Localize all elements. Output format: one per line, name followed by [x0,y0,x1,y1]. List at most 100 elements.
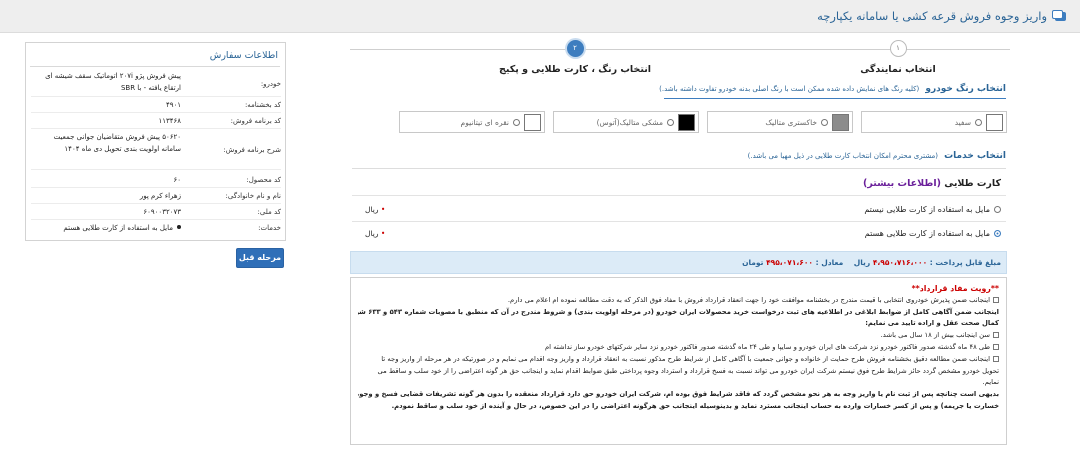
bullet-icon [177,225,181,229]
order-info-underline [30,66,280,67]
color-section-header: انتخاب رنگ خودرو (کلیه رنگ های نمایش داد… [659,84,1006,94]
golden-card-more-link[interactable]: (اطلاعات بیشتر) [863,178,941,189]
order-row-national-id: کد ملی: ۶۰۹۰۰۳۲۰۷۳ [31,206,281,220]
order-key: کد بخشنامه: [244,101,281,109]
contract-item: کمال صحت عقل و اراده تایید می نمایم: [865,319,999,328]
contract-text: اینجانب ضمن پذیرش خودروی انتخابی با قیمت… [507,295,990,304]
color-option-silver[interactable]: نقره ای تیتانیوم [399,111,545,133]
order-row-sales-program: کد برنامه فروش: ۱۱۳۴۶۸ [31,115,281,129]
contract-item: خسارت یا جریمه) و پس از کسر خسارات وارده… [391,401,999,410]
contract-checkbox[interactable] [993,343,999,350]
order-key: کد برنامه فروش: [230,117,281,125]
order-info-panel: اطلاعات سفارش خودرو: پیش فروش پژو ۲۰۷i ا… [25,42,286,241]
page-title: واریز وجوه فروش قرعه کشی یا سامانه یکپار… [817,9,1066,23]
color-section-underline [664,98,1006,99]
order-key: خودرو: [260,80,281,88]
services-section-title: انتخاب خدمات [944,151,1006,161]
color-option-white[interactable]: سفید [861,111,1007,133]
color-option-gray[interactable]: خاکستری متالیک [707,111,853,133]
step-select-color[interactable]: ۲ انتخاب رنگ ، کارت طلایی و پکیج [475,40,675,75]
previous-step-button[interactable]: مرحله قبل [236,248,284,268]
services-section-header: انتخاب خدمات (مشتری محترم امکان انتخاب ک… [748,151,1006,161]
step-label: انتخاب نمایندگی [860,64,936,75]
contract-item: طی ۴۸ ماه گذشته صدور فاکتور خودرو نزد شر… [358,342,999,354]
contract-item: اینجانب ضمن مطالعه دقیق بخشنامه فروش طرح… [358,354,999,366]
golden-card-option-label: مایل به استفاده از کارت طلایی هستم [864,228,990,238]
payable-label: مبلغ قابل پرداخت : [929,258,1001,267]
order-value: ۶۰ [173,176,181,184]
color-label: سفید [954,117,971,127]
color-swatch [832,113,849,131]
order-value-text: مایل به استفاده از کارت طلایی هستم [63,224,173,232]
order-info-title: اطلاعات سفارش [209,50,278,61]
color-radio[interactable] [821,118,828,126]
color-option-black[interactable]: مشکی متالیک(آتوس) [553,111,699,133]
golden-card-box: کارت طلایی (اطلاعات بیشتر) مایل به استفا… [352,168,1006,248]
contract-item: تحویل خودرو مشخص گردد حائز شرایط طرح فوق… [377,366,1000,375]
contract-text: طی ۴۸ ماه گذشته صدور فاکتور خودرو نزد شر… [544,342,990,351]
order-value: ۴۹۰۱ [165,101,181,109]
color-section-note: (کلیه رنگ های نمایش داده شده ممکن است با… [659,85,920,93]
contract-text: سن اینجانب بیش از ۱۸ سال می باشد. [880,331,990,340]
color-options: سفید خاکستری متالیک مشکی متالیک(آتوس) نق… [392,111,1007,133]
contract-terms: **رویت مفاد قرارداد** اینجانب ضمن پذیرش … [350,277,1007,445]
golden-card-option-label: مایل به استفاده از کارت طلایی نیستم [864,204,990,214]
payable-amount-toman: ۴۹۵،۰۷۱،۶۰۰ [766,258,813,267]
step-number: ۲ [566,40,584,57]
divider [352,221,1006,222]
order-value: ۶۰۹۰۰۳۲۰۷۳ [143,208,181,216]
price-unit: ریال [365,204,379,214]
order-value: مایل به استفاده از کارت طلایی هستم [36,222,181,234]
order-value: پیش فروش پژو ۲۰۷i اتوماتیک سقف شیشه ای ا… [45,72,181,92]
color-swatch [678,113,695,131]
wizard-steps: ۱ انتخاب نمایندگی ۲ انتخاب رنگ ، کارت طل… [350,40,1010,80]
order-row-car: خودرو: پیش فروش پژو ۲۰۷i اتوماتیک سقف شی… [31,70,281,97]
step-number: ۱ [889,40,907,57]
payable-amount-rial: ۴،۹۵۰،۷۱۶،۰۰۰ [872,258,928,267]
color-section-title: انتخاب رنگ خودرو [925,84,1006,94]
golden-card-option-no[interactable]: مایل به استفاده از کارت طلایی نیستم • ری… [361,200,1001,218]
color-label: مشکی متالیک(آتوس) [596,117,663,127]
order-key: نام و نام خانوادگی: [225,192,282,200]
order-row-program-description: شرح برنامه فروش: ۵۰۶۲۰ پیش فروش متقاضیان… [31,131,281,170]
color-label: نقره ای تیتانیوم [460,117,509,127]
step-label: انتخاب رنگ ، کارت طلایی و پکیج [498,64,652,75]
contract-checkbox[interactable] [993,296,999,303]
contract-item: نمایم. [982,378,999,387]
golden-card-title-text: کارت طلایی [944,178,1001,189]
golden-card-title: کارت طلایی (اطلاعات بیشتر) [863,178,1001,189]
color-swatch [524,113,541,131]
contract-item: اینجانب ضمن آگاهی کامل از ضوابط ابلاغی د… [358,307,999,316]
color-radio[interactable] [667,118,674,126]
order-key: خدمات: [258,224,281,232]
order-row-circular: کد بخشنامه: ۴۹۰۱ [31,99,281,113]
golden-card-radio[interactable] [994,205,1001,213]
payable-unit-toman: تومان [742,258,764,267]
order-key: کد ملی: [257,208,282,216]
divider [352,195,1006,196]
contract-checkbox[interactable] [993,355,999,362]
contract-item: بدیهی است چنانچه پس از ثبت نام یا واریز … [358,390,999,399]
order-key: شرح برنامه فروش: [223,146,281,154]
contract-title: **رویت مفاد قرارداد** [911,284,999,293]
order-value: زهراء کرم پور [139,192,181,200]
golden-card-price: • ریال [365,228,386,238]
golden-card-price: • ریال [365,204,386,214]
color-radio[interactable] [513,118,520,126]
order-row-product-code: کد محصول: ۶۰ [31,174,281,188]
payable-unit-rial: ریال [853,258,871,267]
color-swatch [986,113,1003,131]
golden-card-radio-selected[interactable] [994,229,1001,237]
order-value: ۱۱۳۴۶۸ [158,117,181,125]
page-title-text: واریز وجوه فروش قرعه کشی یا سامانه یکپار… [817,9,1047,23]
payment-icon [1052,10,1066,22]
payable-amount-bar: مبلغ قابل پرداخت : ۴،۹۵۰،۷۱۶،۰۰۰ ریال مع… [350,251,1007,274]
order-key: کد محصول: [246,176,281,184]
color-radio[interactable] [975,118,982,126]
contract-checkbox[interactable] [993,332,999,339]
top-bar: واریز وجوه فروش قرعه کشی یا سامانه یکپار… [0,0,1080,33]
order-row-full-name: نام و نام خانوادگی: زهراء کرم پور [31,190,281,204]
golden-card-option-yes[interactable]: مایل به استفاده از کارت طلایی هستم • ریا… [361,224,1001,242]
contract-item: اینجانب ضمن پذیرش خودروی انتخابی با قیمت… [358,295,999,307]
step-select-dealer[interactable]: ۱ انتخاب نمایندگی [798,40,998,75]
